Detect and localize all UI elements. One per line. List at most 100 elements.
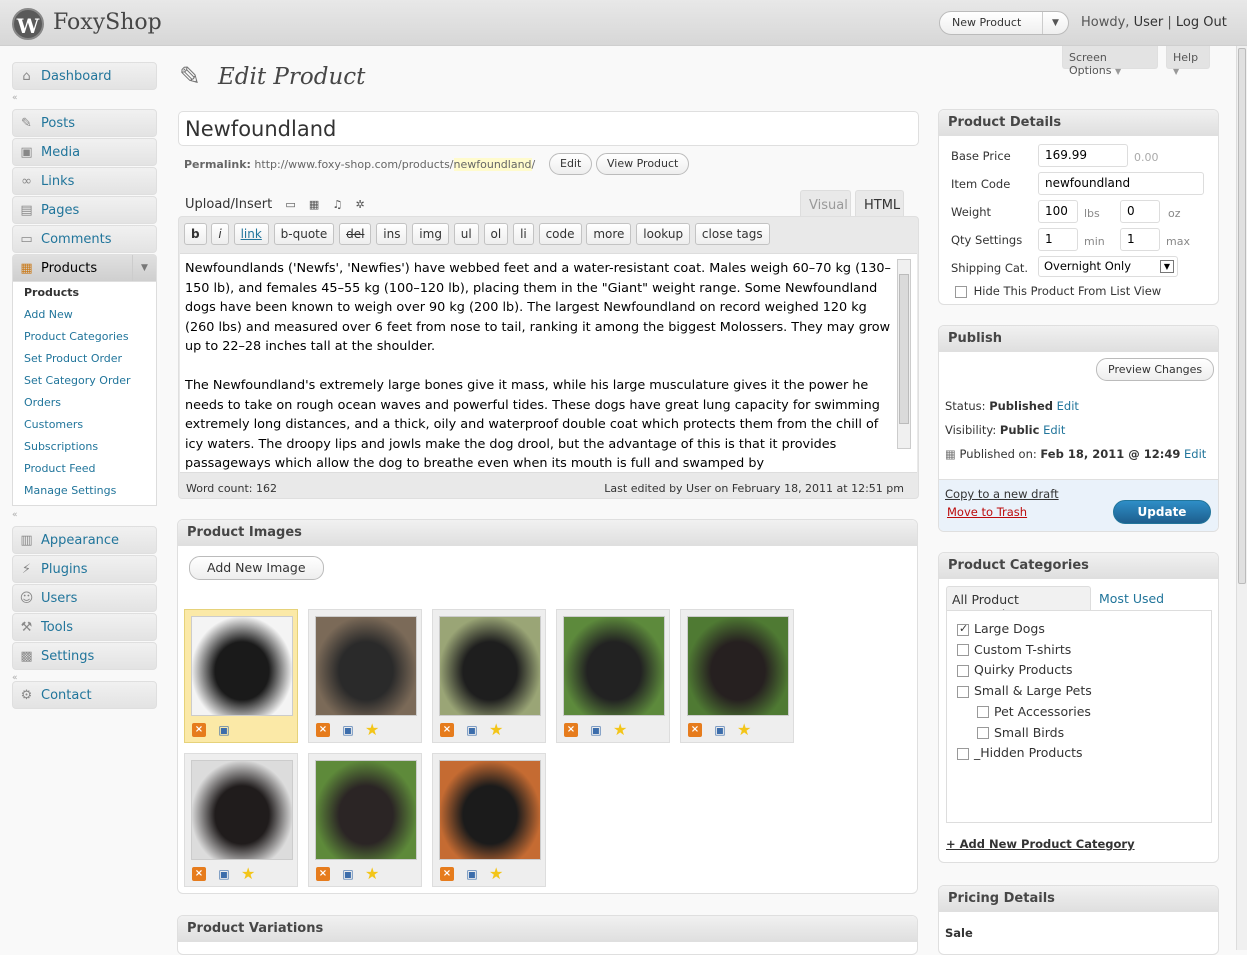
category-checkbox[interactable]: [957, 685, 969, 698]
screen-options-button[interactable]: Screen Options ▼: [1062, 46, 1158, 77]
base-price-input[interactable]: 169.99: [1038, 144, 1128, 167]
menu-media[interactable]: ▣ Media: [12, 138, 157, 166]
add-media-icon[interactable]: ✲: [355, 198, 364, 211]
submenu-manage-settings[interactable]: Manage Settings: [13, 480, 156, 502]
category-checkbox[interactable]: [957, 747, 969, 760]
product-variations-title[interactable]: Product Variations: [178, 916, 917, 942]
menu-plugins[interactable]: ⚡ Plugins: [12, 555, 157, 583]
qty-max-input[interactable]: 1: [1120, 228, 1160, 251]
submenu-orders[interactable]: Orders: [13, 392, 156, 414]
chevron-down-icon[interactable]: ▼: [1160, 260, 1174, 273]
content-textarea[interactable]: Newfoundlands ('Newfs', 'Newfies') have …: [180, 253, 917, 473]
favorite-actions-dropdown[interactable]: New Product ▼: [939, 11, 1069, 35]
add-video-icon[interactable]: ▦: [309, 198, 319, 211]
weight-oz-input[interactable]: 0: [1120, 200, 1160, 223]
menu-contact[interactable]: ⚙ Contact: [12, 681, 157, 709]
qt-ins-button[interactable]: ins: [376, 223, 408, 245]
submenu-product-categories[interactable]: Product Categories: [13, 326, 156, 348]
delete-image-icon[interactable]: ×: [440, 723, 454, 737]
menu-dashboard[interactable]: ⌂ Dashboard: [12, 62, 157, 90]
weight-lbs-input[interactable]: 100: [1038, 200, 1078, 223]
shipping-category-select[interactable]: Overnight Only ▼: [1038, 256, 1178, 277]
set-featured-star-icon[interactable]: ★: [737, 722, 751, 738]
chevron-down-icon[interactable]: ▼: [1042, 12, 1068, 34]
image-thumbnail[interactable]: × ▣ ★: [308, 609, 422, 743]
category-checkbox[interactable]: [957, 644, 969, 657]
menu-separator[interactable]: [12, 508, 157, 526]
category-item[interactable]: Pet Accessories: [977, 704, 1091, 719]
submenu-customers[interactable]: Customers: [13, 414, 156, 436]
product-images-title[interactable]: Product Images: [178, 520, 917, 546]
edit-image-icon[interactable]: ▣: [713, 723, 727, 737]
pricing-details-title[interactable]: Pricing Details: [939, 886, 1218, 912]
menu-users[interactable]: ☺ Users: [12, 584, 157, 612]
tab-visual[interactable]: Visual: [800, 190, 851, 217]
submenu-subscriptions[interactable]: Subscriptions: [13, 436, 156, 458]
image-thumbnail[interactable]: × ▣: [184, 609, 298, 743]
image-thumbnail[interactable]: × ▣ ★: [680, 609, 794, 743]
category-item[interactable]: Small Birds: [977, 725, 1064, 740]
menu-appearance[interactable]: ▥ Appearance: [12, 526, 157, 554]
submenu-add-new[interactable]: Add New: [13, 304, 156, 326]
wordpress-logo-icon[interactable]: W: [12, 8, 44, 40]
category-item[interactable]: Custom T-shirts: [957, 642, 1071, 657]
qt-del-button[interactable]: del: [339, 223, 372, 245]
edit-image-icon[interactable]: ▣: [465, 867, 479, 881]
delete-image-icon[interactable]: ×: [688, 723, 702, 737]
product-details-title[interactable]: Product Details: [939, 110, 1218, 136]
set-featured-star-icon[interactable]: ★: [365, 722, 379, 738]
site-title[interactable]: FoxyShop: [53, 10, 162, 35]
product-title-value[interactable]: Newfoundland: [185, 117, 336, 141]
qt-blockquote-button[interactable]: b-quote: [273, 223, 335, 245]
edit-image-icon[interactable]: ▣: [217, 867, 231, 881]
menu-links[interactable]: ∞ Links: [12, 167, 157, 195]
permalink-slug[interactable]: newfoundland: [453, 158, 532, 171]
submenu-products[interactable]: Products: [13, 282, 156, 304]
menu-separator[interactable]: [12, 91, 157, 109]
help-button[interactable]: Help ▼: [1166, 46, 1210, 76]
set-featured-star-icon[interactable]: ★: [613, 722, 627, 738]
qt-ol-button[interactable]: ol: [483, 223, 509, 245]
delete-image-icon[interactable]: ×: [440, 867, 454, 881]
page-scrollbar[interactable]: [1236, 46, 1247, 950]
hide-product-checkbox[interactable]: [955, 285, 967, 298]
product-categories-title[interactable]: Product Categories: [939, 553, 1218, 579]
set-featured-star-icon[interactable]: ★: [489, 866, 503, 882]
image-thumbnail[interactable]: × ▣ ★: [432, 753, 546, 887]
image-thumbnail[interactable]: × ▣ ★: [184, 753, 298, 887]
qt-li-button[interactable]: li: [513, 223, 534, 245]
qt-close-tags-button[interactable]: close tags: [694, 223, 770, 245]
submenu-product-feed[interactable]: Product Feed: [13, 458, 156, 480]
permalink-edit-button[interactable]: Edit: [549, 153, 593, 175]
delete-image-icon[interactable]: ×: [316, 723, 330, 737]
delete-image-icon[interactable]: ×: [564, 723, 578, 737]
logout-link[interactable]: Log Out: [1176, 15, 1227, 30]
scrollbar-thumb[interactable]: [899, 274, 909, 424]
status-edit-link[interactable]: Edit: [1057, 399, 1079, 413]
set-featured-star-icon[interactable]: ★: [241, 866, 255, 882]
menu-products[interactable]: ▦ Products ▼: [12, 254, 157, 282]
scrollbar-thumb[interactable]: [1238, 48, 1246, 584]
publish-title[interactable]: Publish: [939, 326, 1218, 352]
menu-pages[interactable]: ▤ Pages: [12, 196, 157, 224]
published-on-edit-link[interactable]: Edit: [1184, 447, 1206, 461]
category-checkbox[interactable]: [977, 727, 989, 739]
user-link[interactable]: User: [1134, 15, 1164, 30]
qt-ul-button[interactable]: ul: [453, 223, 479, 245]
textarea-scrollbar[interactable]: [897, 259, 911, 449]
favorite-action-label[interactable]: New Product: [952, 16, 1021, 29]
category-item[interactable]: _Hidden Products: [957, 745, 1083, 760]
category-item[interactable]: Small & Large Pets: [957, 683, 1092, 698]
set-featured-star-icon[interactable]: ★: [365, 866, 379, 882]
add-image-icon[interactable]: ▭: [285, 198, 295, 211]
edit-image-icon[interactable]: ▣: [465, 723, 479, 737]
category-item[interactable]: Quirky Products: [957, 662, 1073, 677]
category-item[interactable]: Large Dogs: [957, 621, 1045, 636]
visibility-edit-link[interactable]: Edit: [1043, 423, 1065, 437]
submenu-set-category-order[interactable]: Set Category Order: [13, 370, 156, 392]
menu-tools[interactable]: ⚒ Tools: [12, 613, 157, 641]
delete-image-icon[interactable]: ×: [316, 867, 330, 881]
tab-html[interactable]: HTML: [855, 190, 904, 217]
qty-min-input[interactable]: 1: [1038, 228, 1078, 251]
category-checkbox[interactable]: [957, 664, 969, 677]
